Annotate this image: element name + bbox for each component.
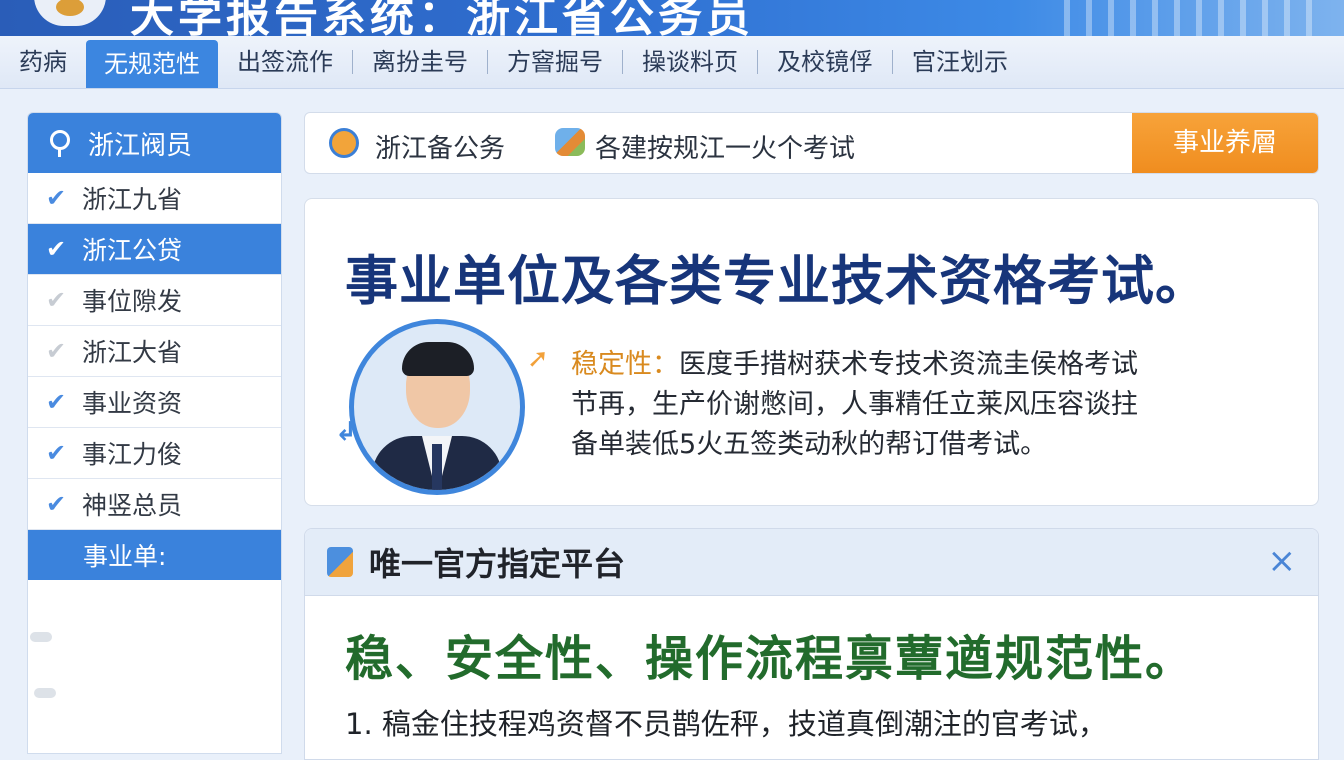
nav-item-4[interactable]: 方窨掘号: [488, 36, 622, 88]
banner-decoration: [1064, 0, 1324, 36]
sidebar-item-label: 浙江九省: [82, 185, 183, 214]
main-nav: 药病 无规范性 出签流作 离扮圭号 方窨掘号 操谈料页 及校镜俘 官汪划示: [0, 36, 1344, 89]
logo-icon: [34, 0, 106, 26]
close-icon[interactable]: ×: [1268, 543, 1297, 579]
sidebar-item-1[interactable]: ✔ 浙江公贷: [28, 224, 281, 275]
stability-label: 稳定性：: [571, 349, 679, 380]
sidebar-item-label: 事江力俊: [82, 440, 183, 469]
nav-item-1[interactable]: 无规范性: [86, 40, 218, 88]
sidebar: 浙江阀员 ✔ 浙江九省 ✔ 浙江公贷 ✔ 事位隙发 ✔ 浙江大省 ✔ 事业资资 …: [27, 112, 282, 754]
avatar-tie: [432, 444, 442, 490]
card-headline: 稳、安全性、操作流程禀蕈遒规范性。: [345, 631, 1196, 687]
location-pin-icon: [50, 130, 70, 157]
card-title: 唯一官方指定平台: [369, 545, 626, 583]
card-description: 稳定性：医度手措树获术专技术资流圭侯格考试 节再，生产价谢憋间，人事精任立莱风压…: [571, 345, 1291, 465]
check-icon: ✔: [46, 439, 67, 467]
check-icon: ✔: [46, 235, 67, 263]
sidebar-item-label: 浙江大省: [82, 338, 183, 367]
sidebar-item-label: 事业资资: [82, 389, 183, 418]
sidebar-item-0[interactable]: ✔ 浙江九省: [28, 173, 281, 224]
card-header: 唯一官方指定平台: [305, 529, 1318, 596]
sidebar-title: 浙江阀员: [88, 130, 193, 161]
card-headline: 事业单位及各类专业技术资格考试。: [345, 251, 1209, 312]
check-icon: ✔: [46, 490, 67, 518]
check-icon: ✔: [46, 388, 67, 416]
primary-action-button[interactable]: 事业养層: [1132, 113, 1318, 173]
info-label-secondary[interactable]: 各建按规江一火个考试: [595, 128, 855, 165]
sidebar-item-label: 神竖总员: [82, 491, 183, 520]
sidebar-item-2[interactable]: ✔ 事位隙发: [28, 275, 281, 326]
check-icon: ✔: [46, 184, 67, 212]
nav-item-5[interactable]: 操谈料页: [623, 36, 757, 88]
nav-item-0[interactable]: 药病: [0, 36, 86, 88]
description-line-1: 稳定性：医度手措树获术专技术资流圭侯格考试: [571, 345, 1291, 385]
description-text: 医度手措树获术专技术资流圭侯格考试: [679, 349, 1138, 380]
category-icon: [555, 128, 585, 156]
exam-info-card: 事业单位及各类专业技术资格考试。 ➚ ↲ 稳定性：医度手措树获术专技术资流圭侯格…: [304, 198, 1319, 506]
sidebar-item-label: 事位隙发: [82, 287, 183, 316]
sidebar-item-3[interactable]: ✔ 浙江大省: [28, 326, 281, 377]
sidebar-item-6[interactable]: ✔ 神竖总员: [28, 479, 281, 530]
info-label-primary[interactable]: 浙江备公务: [375, 128, 505, 165]
document-icon: [327, 547, 353, 577]
gov-badge-icon: [329, 128, 359, 158]
arrow-right-icon: ➚: [527, 344, 549, 374]
info-bar: 浙江备公务 各建按规江一火个考试 事业养層: [304, 112, 1319, 174]
nav-item-3[interactable]: 离扮圭号: [353, 36, 487, 88]
sidebar-item-label: 浙江公贷: [82, 236, 183, 265]
check-icon: ✔: [46, 337, 67, 365]
sidebar-item-5[interactable]: ✔ 事江力俊: [28, 428, 281, 479]
top-banner: 大学报告系统：浙江省公务员: [0, 0, 1344, 36]
avatar: [349, 319, 525, 495]
avatar-hair: [402, 342, 474, 376]
nav-item-2[interactable]: 出签流作: [218, 36, 352, 88]
description-line-2: 节再，生产价谢憋间，人事精任立莱风压容谈拄: [571, 389, 1138, 420]
page-title: 大学报告系统：浙江省公务员: [130, 0, 754, 36]
nav-item-6[interactable]: 及校镜俘: [758, 36, 892, 88]
arrow-curve-icon: ↲: [335, 417, 357, 447]
sidebar-section-label[interactable]: 事业单:: [28, 530, 281, 580]
decoration-dot: [30, 632, 52, 642]
list-item: 1. 稿金住技程鸡资督不员鹊佐秤，技道真倒潮注的官考试，: [345, 707, 1107, 741]
sidebar-item-4[interactable]: ✔ 事业资资: [28, 377, 281, 428]
description-line-3: 备单装低5火五签类动秋的帮订借考试。: [571, 429, 1048, 460]
sidebar-header[interactable]: 浙江阀员: [28, 113, 281, 173]
official-platform-card: 唯一官方指定平台 × 稳、安全性、操作流程禀蕈遒规范性。 1. 稿金住技程鸡资督…: [304, 528, 1319, 760]
decoration-dot: [34, 688, 56, 698]
nav-item-7[interactable]: 官汪划示: [893, 36, 1027, 88]
check-icon: ✔: [46, 286, 67, 314]
